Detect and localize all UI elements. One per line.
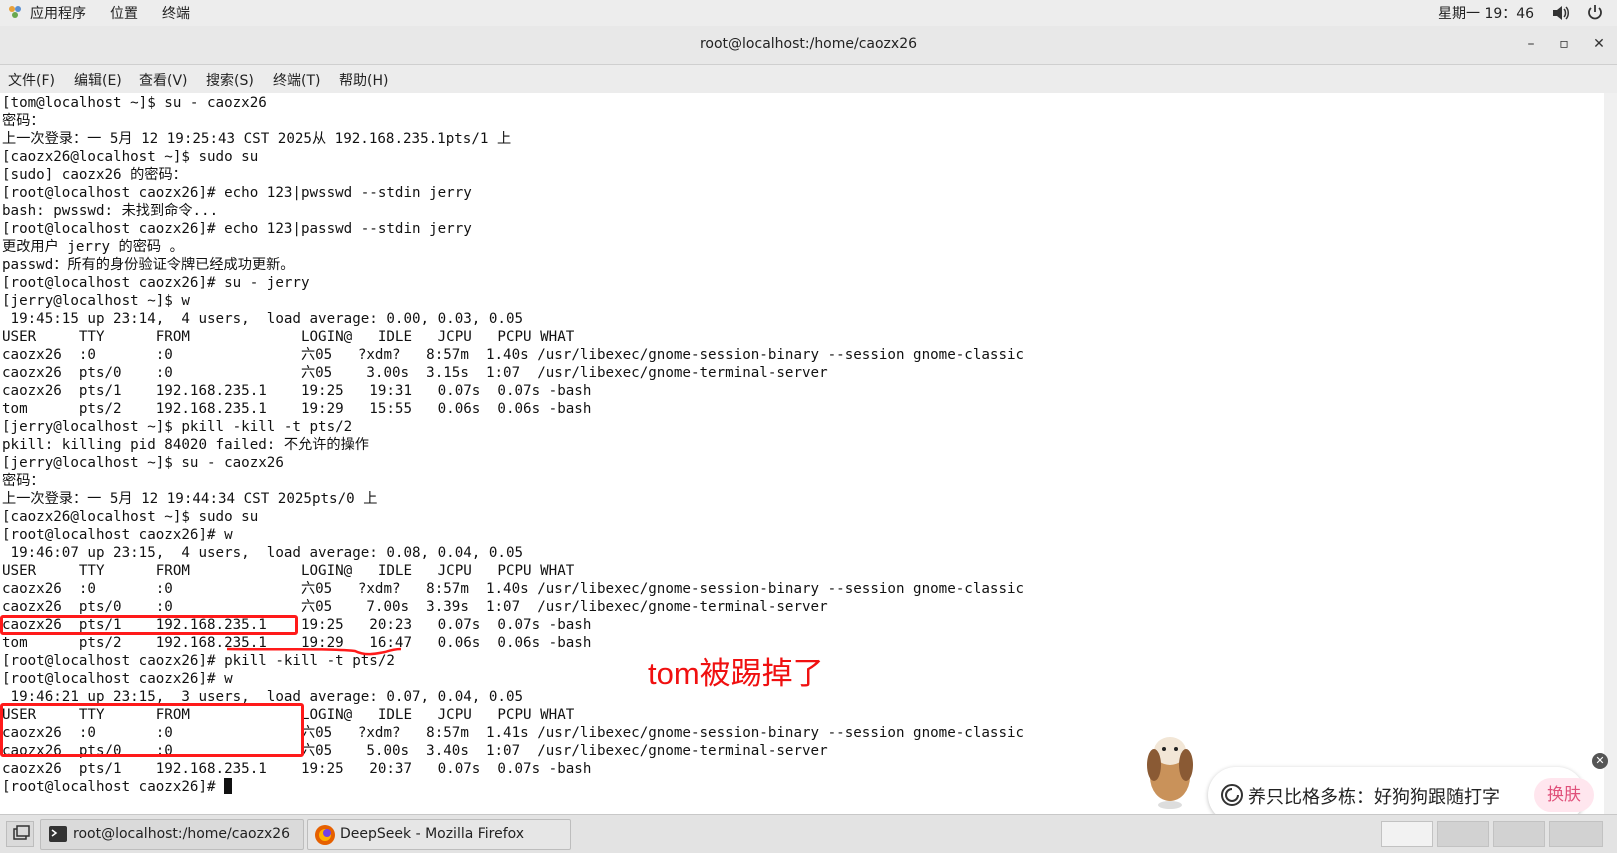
annotation-box-tom [0,615,298,635]
terminal-line: 更改用户 jerry 的密码 。 [2,239,184,255]
taskbar-item-label: DeepSeek - Mozilla Firefox [340,826,525,842]
places-menu[interactable]: 位置 [110,3,138,23]
show-desktop-button[interactable] [6,821,34,847]
taskbar-item-firefox[interactable]: DeepSeek - Mozilla Firefox [307,819,571,850]
annotation-text: tom被踢掉了 [648,656,824,691]
apps-icon[interactable] [8,5,22,19]
terminal-app-menu[interactable]: 终端 [162,3,190,23]
terminal-scrollbar[interactable] [1604,93,1617,814]
annotation-underline [226,647,402,656]
mascot-icon[interactable] [1136,733,1206,811]
terminal-line: caozx26 :0 :0 六05 ?xdm? 8:57m 1.40s /usr… [2,581,1025,597]
terminal-line: caozx26 pts/0 :0 六05 3.00s 3.15s 1:07 /u… [2,365,828,381]
terminal-line: bash: pwsswd: 未找到命令... [2,203,219,219]
applications-menu[interactable]: 应用程序 [30,3,86,23]
terminal-line: [root@localhost caozx26]# su - jerry [2,275,310,291]
terminal-line: [tom@localhost ~]$ su - caozx26 [2,95,267,111]
minimize-button[interactable]: – [1521,34,1541,54]
terminal-line: caozx26 pts/1 192.168.235.1 19:25 19:31 … [2,383,592,399]
terminal-prompt: [root@localhost caozx26]# [2,779,225,795]
menu-terminal[interactable]: 终端(T) [273,70,320,90]
terminal-line: 19:45:15 up 23:14, 4 users, load average… [2,311,524,327]
popup-close-icon[interactable]: ✕ [1592,753,1608,769]
clock[interactable]: 星期一 19：46 [1438,3,1534,23]
terminal-line: [sudo] caozx26 的密码： [2,167,187,183]
popup-message: 养只比格多栋：好狗狗跟随打字 [1248,787,1500,808]
terminal-line: [caozx26@localhost ~]$ sudo su [2,509,259,525]
taskbar-item-label: root@localhost:/home/caozx26 [73,826,291,842]
workspace-3[interactable] [1493,821,1545,847]
terminal-prompt-line[interactable]: [root@localhost caozx26]# [2,778,1024,796]
bottom-taskbar: root@localhost:/home/caozx26 DeepSeek - … [0,814,1617,853]
terminal-output: [tom@localhost ~]$ su - caozx26 密码： 上一次登录：… [2,94,1024,796]
terminal-menubar: 文件(F) 编辑(E) 查看(V) 搜索(S) 终端(T) 帮助(H) [0,65,1617,93]
terminal-icon [49,826,67,846]
terminal-line: [root@localhost caozx26]# w [2,527,233,543]
menu-file[interactable]: 文件(F) [8,70,55,90]
window-title: root@localhost:/home/caozx26 [699,36,918,52]
terminal-line: caozx26 pts/0 :0 六05 7.00s 3.39s 1:07 /u… [2,599,828,615]
top-panel: 应用程序 位置 终端 星期一 19：46 [0,0,1617,26]
terminal-line: [jerry@localhost ~]$ w [2,293,190,309]
taskbar-item-terminal[interactable]: root@localhost:/home/caozx26 [40,819,304,850]
menu-edit[interactable]: 编辑(E) [74,70,122,90]
maximize-button[interactable]: ▫ [1554,34,1574,54]
terminal-line: caozx26 pts/1 192.168.235.1 19:25 20:37 … [2,761,592,777]
terminal-line: 上一次登录：一 5月 12 19:44:34 CST 2025pts/0 上 [2,491,378,507]
terminal-line: [root@localhost caozx26]# pkill -kill -t… [2,653,395,669]
terminal-line: caozx26 :0 :0 六05 ?xdm? 8:57m 1.40s /usr… [2,347,1025,363]
terminal-line: [root@localhost caozx26]# echo 123|passw… [2,221,472,237]
annotation-box-remaining [0,703,304,757]
workspace-4[interactable] [1549,821,1603,847]
menu-search[interactable]: 搜索(S) [206,70,254,90]
terminal-line: USER TTY FROM LOGIN@ IDLE JCPU PCPU WHAT [2,563,575,579]
workspace-2[interactable] [1437,821,1489,847]
terminal-line: tom pts/2 192.168.235.1 19:29 16:47 0.06… [2,635,592,651]
terminal-line: 密码： [2,473,45,489]
popup-logo-icon [1220,783,1244,811]
terminal-line: [root@localhost caozx26]# w [2,671,233,687]
volume-icon[interactable] [1552,5,1570,25]
terminal-line: USER TTY FROM LOGIN@ IDLE JCPU PCPU WHAT [2,329,575,345]
firefox-icon [314,824,336,850]
terminal-line: [jerry@localhost ~]$ pkill -kill -t pts/… [2,419,353,435]
menu-view[interactable]: 查看(V) [139,70,188,90]
terminal-line: [caozx26@localhost ~]$ sudo su [2,149,259,165]
change-skin-button[interactable]: 换肤 [1534,778,1594,812]
terminal-line: tom pts/2 192.168.235.1 19:29 15:55 0.06… [2,401,592,417]
menu-help[interactable]: 帮助(H) [339,70,388,90]
terminal-line: 上一次登录：一 5月 12 19:25:43 CST 2025从 192.168… [2,131,512,147]
window-titlebar[interactable]: root@localhost:/home/caozx26 – ▫ ✕ [0,26,1617,65]
terminal-line: 密码： [2,113,45,129]
terminal-line: 19:46:07 up 23:15, 4 users, load average… [2,545,524,561]
text-cursor [224,778,233,794]
terminal-line: passwd：所有的身份验证令牌已经成功更新。 [2,257,295,273]
terminal-line: [root@localhost caozx26]# echo 123|pwssw… [2,185,472,201]
terminal-line: [jerry@localhost ~]$ su - caozx26 [2,455,284,471]
workspace-1[interactable] [1381,821,1433,847]
power-icon[interactable] [1587,4,1603,24]
close-button[interactable]: ✕ [1589,34,1609,54]
terminal-line: pkill: killing pid 84020 failed: 不允许的操作 [2,437,369,453]
